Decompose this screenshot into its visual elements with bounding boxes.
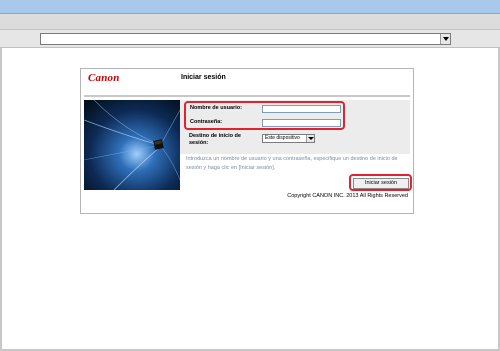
canon-logo: Canon xyxy=(88,72,120,84)
header-divider xyxy=(84,95,410,97)
destination-value: Este dispositivo xyxy=(265,135,300,141)
address-dropdown[interactable] xyxy=(40,33,451,45)
page-viewport: Canon Iniciar sesión Nombre de usuario: … xyxy=(0,48,500,351)
page-title: Iniciar sesión xyxy=(181,74,226,81)
destination-dropdown[interactable]: Este dispositivo xyxy=(262,134,315,143)
hero-image xyxy=(84,100,180,190)
chevron-down-icon[interactable] xyxy=(306,135,314,142)
destination-label: Destino de inicio de sesión: xyxy=(189,133,241,146)
window-title-bar xyxy=(0,0,500,14)
login-button[interactable]: Iniciar sesión xyxy=(353,178,409,189)
login-panel: Canon Iniciar sesión Nombre de usuario: … xyxy=(80,68,414,214)
chevron-down-icon[interactable] xyxy=(440,34,450,44)
copyright-text: Copyright CANON INC. 2013 All Rights Res… xyxy=(287,193,408,199)
browser-toolbar xyxy=(0,30,500,48)
credentials-highlight xyxy=(184,101,345,130)
instructions-text: Introduzca un nombre de usuario y una co… xyxy=(186,156,398,171)
menu-bar xyxy=(0,14,500,30)
